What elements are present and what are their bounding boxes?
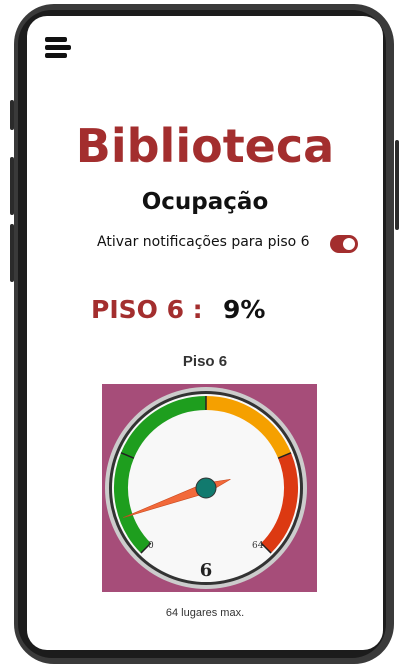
volume-down-button <box>10 224 14 282</box>
notification-label: Ativar notificações para piso 6 <box>97 234 310 250</box>
gauge-capacity-note: 64 lugares max. <box>165 607 245 619</box>
floor-label: PISO 6 : <box>91 295 203 324</box>
page-title: Biblioteca <box>75 119 335 173</box>
occupancy-percent: 9% <box>223 295 266 324</box>
gauge-needle-hub <box>195 477 217 499</box>
side-button <box>10 100 14 130</box>
notification-toggle[interactable] <box>330 235 358 253</box>
hamburger-menu-icon[interactable] <box>45 37 71 59</box>
page-subtitle: Ocupação <box>141 189 269 215</box>
toggle-knob <box>343 238 355 250</box>
occupancy-gauge: 0 64 6 <box>102 384 317 592</box>
volume-up-button <box>10 157 14 215</box>
gauge-min-label: 0 <box>148 541 154 551</box>
gauge-title: Piso 6 <box>182 353 228 370</box>
gauge-max-label: 64 <box>252 541 264 551</box>
power-button <box>395 140 399 230</box>
app-screen: Biblioteca Ocupação Ativar notificações … <box>27 16 383 650</box>
gauge-value-label: 6 <box>200 560 213 581</box>
